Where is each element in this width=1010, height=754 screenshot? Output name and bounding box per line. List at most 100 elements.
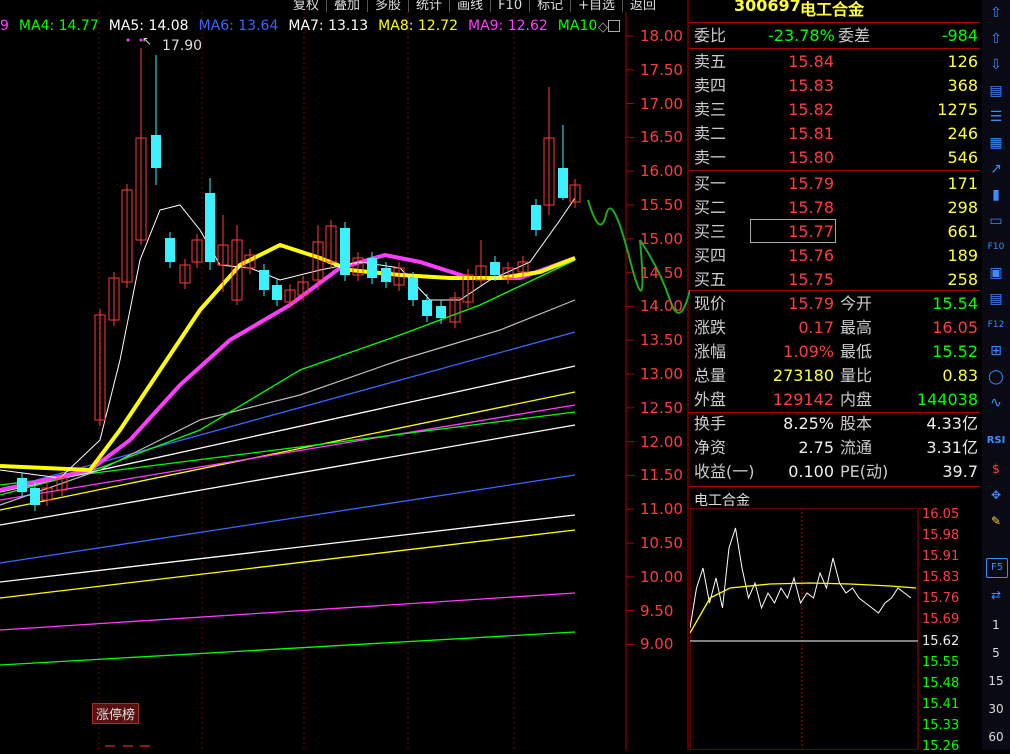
candle-body-down: [165, 238, 175, 262]
candle-body-down: [531, 205, 541, 230]
toolbar-btn-3[interactable]: 统计: [408, 0, 449, 12]
zhangtingbang-tag[interactable]: 涨停榜: [92, 703, 140, 724]
info-value: 8.25%: [783, 414, 834, 433]
switch-icon[interactable]: ⇄: [986, 586, 1006, 604]
asks-row[interactable]: 卖二 15.81 246: [690, 122, 980, 146]
price-tick-label: 12.50: [640, 398, 683, 417]
period-button[interactable]: 5: [986, 644, 1006, 662]
asks-label: 卖二: [694, 124, 727, 143]
pencil-icon[interactable]: ✎: [986, 512, 1006, 530]
intraday-axis-label: 16.05: [922, 507, 960, 522]
toolbar-btn-4[interactable]: 画线: [449, 0, 490, 12]
long-ma-line: [0, 592, 576, 631]
ma-legend-item: MA6: 13.64: [198, 18, 279, 34]
report-icon[interactable]: ▤: [986, 82, 1006, 100]
period-button[interactable]: 60: [986, 728, 1006, 746]
list-icon[interactable]: ☰: [986, 108, 1006, 126]
grid-icon[interactable]: ▦: [986, 134, 1006, 152]
stat-value: 15.79: [788, 294, 834, 313]
long-ma-line: [0, 529, 576, 599]
line-chart-icon[interactable]: ↗: [986, 160, 1006, 178]
asks-row[interactable]: 卖四 15.83 368: [690, 74, 980, 98]
rsi-button[interactable]: RSI: [986, 432, 1006, 450]
intraday-axis-label: 15.48: [922, 676, 960, 691]
toolbar-btn-1[interactable]: 叠加: [326, 0, 367, 12]
ma-legend-item: MA7: 13.13: [288, 18, 369, 34]
toolbar-btn-2[interactable]: 多股: [367, 0, 408, 12]
long-ma-line: [0, 411, 576, 486]
bids-volume: 258: [947, 270, 978, 289]
bids-price: 15.76: [788, 246, 834, 265]
toolbar-btn-8[interactable]: 返回: [622, 0, 663, 12]
f10-icon[interactable]: F10: [986, 238, 1006, 256]
high-arrow-icon: ↖: [142, 34, 153, 48]
price-tick-label: 9.50: [640, 601, 674, 620]
toolbar-btn-7[interactable]: +自选: [570, 0, 622, 12]
candle-body-down: [205, 193, 215, 262]
candle-body-down: [340, 228, 350, 275]
stat-label: 涨幅: [694, 342, 727, 361]
ma-legend: 9 MA4: 14.77 MA5: 14.08 MA6: 13.64 MA7: 13.1…: [0, 18, 597, 36]
stat-value: 144038: [916, 390, 978, 409]
intraday-axis-label: 15.26: [922, 739, 960, 754]
calc-icon[interactable]: ⊞: [986, 342, 1006, 360]
period-button[interactable]: 30: [986, 700, 1006, 718]
price-tick-label: 15.50: [640, 196, 683, 214]
info-value: 0.100: [788, 462, 834, 481]
long-ma-line: [0, 331, 576, 491]
intraday-axis-label: 15.83: [922, 570, 960, 585]
doc2-icon[interactable]: ▣: [986, 264, 1006, 282]
document-icon[interactable]: ▭: [986, 212, 1006, 230]
price-tick-label: 13.00: [640, 365, 683, 383]
toolbar-btn-6[interactable]: 标记: [529, 0, 570, 12]
circle-icon[interactable]: ◯: [986, 368, 1006, 386]
f5-button[interactable]: F5: [986, 558, 1008, 578]
bids-label: 买四: [694, 246, 727, 265]
close-indicator-icon[interactable]: [608, 20, 620, 32]
asks-volume: 368: [947, 76, 978, 95]
ma-legend-item: MA9: 12.62: [467, 18, 548, 34]
period-button[interactable]: 1: [986, 616, 1006, 634]
asks-price: 15.84: [788, 52, 834, 71]
intraday-axis-label: 15.41: [922, 697, 960, 712]
bids-label: 买五: [694, 270, 727, 289]
stat-label: 最高: [840, 318, 873, 337]
asks-row[interactable]: 卖三 15.82 1275: [690, 98, 980, 122]
kline-chart[interactable]: [0, 0, 690, 750]
candle-icon[interactable]: ▮: [986, 186, 1006, 204]
toolbar-btn-5[interactable]: F10: [490, 0, 529, 12]
period-button[interactable]: 15: [986, 672, 1006, 690]
bids-row[interactable]: 买一 15.79 171: [690, 172, 980, 196]
asks-volume: 546: [947, 148, 978, 167]
asks-row[interactable]: 卖一 15.80 546: [690, 146, 980, 170]
marker-dot: [126, 38, 130, 42]
bids-row[interactable]: 买二 15.78 298: [690, 196, 980, 220]
bids-row[interactable]: 买五 15.75 258: [690, 268, 980, 292]
dollar-icon[interactable]: $: [986, 460, 1006, 478]
asks-row[interactable]: 卖五 15.84 126: [690, 50, 980, 74]
move-icon[interactable]: ✥: [986, 486, 1006, 504]
stat-value: 0.17: [798, 318, 834, 337]
f12-icon[interactable]: F12: [986, 316, 1006, 334]
intraday-chart[interactable]: [690, 508, 920, 750]
down-arrow-icon[interactable]: ⇩: [986, 56, 1006, 74]
candle-body-down: [367, 258, 377, 278]
ma-line-green: [0, 259, 576, 496]
price-tick-label: 9.00: [640, 635, 674, 654]
stat-row: 涨跌 0.17 最高 16.05: [690, 316, 980, 340]
stat-row: 涨幅 1.09% 最低 15.52: [690, 340, 980, 364]
bids-volume: 171: [947, 174, 978, 193]
up-arrow-icon[interactable]: ⇧: [986, 30, 1006, 48]
ma-legend-item: MA10: [557, 18, 598, 34]
ma-toggle-icon[interactable]: ◇: [598, 20, 608, 35]
doc3-icon[interactable]: ▤: [986, 290, 1006, 308]
info-label: 股本: [840, 414, 873, 433]
toolbar-btn-0[interactable]: 复权: [286, 0, 326, 12]
up-arrow-icon[interactable]: ⇧: [986, 4, 1006, 22]
bids-row[interactable]: 买四 15.76 189: [690, 244, 980, 268]
wave-icon[interactable]: ∿: [986, 394, 1006, 412]
candle-body-down: [408, 278, 418, 300]
candle-body-down: [558, 168, 568, 198]
info-row: 净资 2.75 流通 3.31亿: [690, 436, 980, 460]
weibi-row: 委比 -23.78% 委差 -984: [690, 24, 980, 48]
